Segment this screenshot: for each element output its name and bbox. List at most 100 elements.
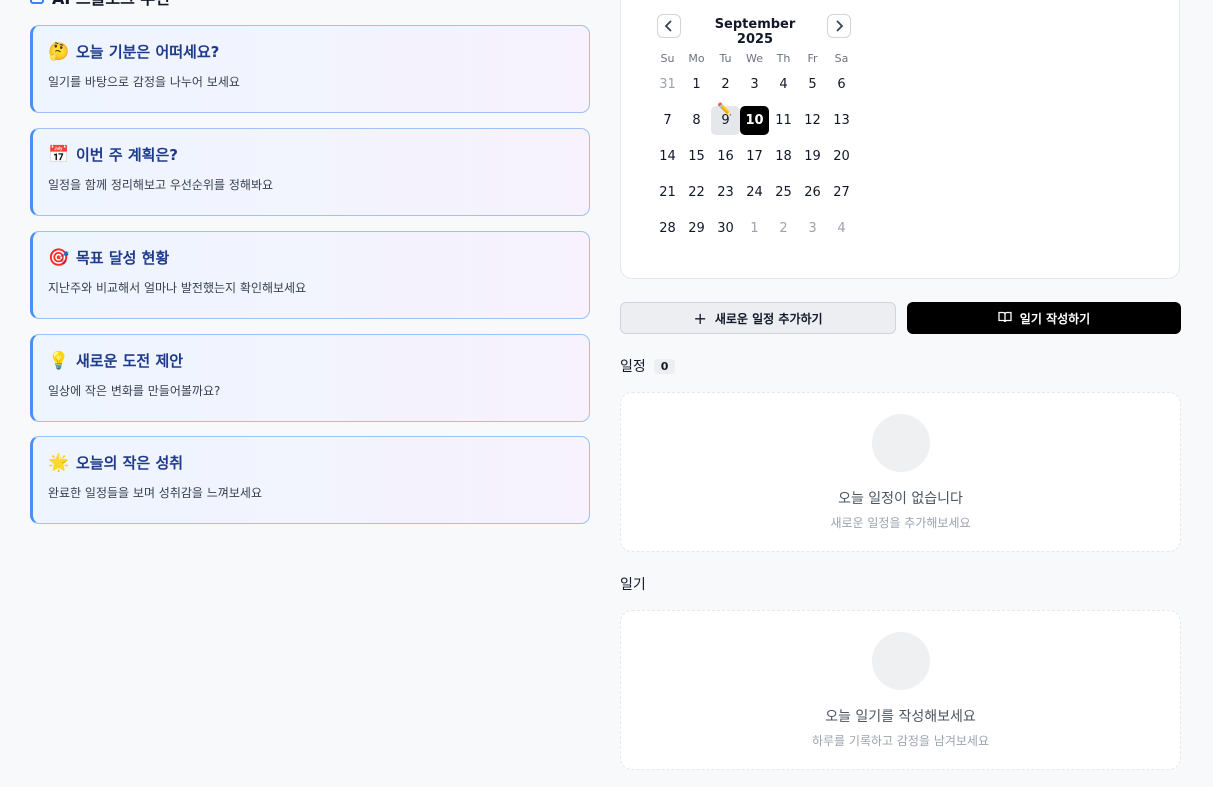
diary-heading-label: 일기 [620,577,646,593]
calendar-day-number: 11 [775,113,792,128]
calendar-day-number: 14 [659,149,676,164]
calendar-day[interactable]: 8 [682,106,711,135]
calendar-day[interactable]: 13 [827,106,856,135]
calendar-day[interactable]: 27 [827,178,856,207]
calendar-day-number: 20 [833,149,850,164]
calendar-day[interactable]: 25 [769,178,798,207]
recommendation-title: 🎯 목표 달성 현황 [48,247,169,268]
diary-heading: 일기 [620,574,646,594]
calendar-day-number: 15 [688,149,705,164]
recommendation-description: 일상에 작은 변화를 만들어볼까요? [48,384,221,398]
calendar-day[interactable]: 7 [653,106,682,135]
chevron-right-icon[interactable] [827,14,851,38]
schedule-heading-label: 일정 [620,359,646,375]
calendar-day-number: 8 [692,113,701,128]
calendar-day[interactable]: 17 [740,142,769,171]
calendar-day-number: 1 [750,221,759,236]
write-diary-label: 일기 작성하기 [1019,311,1091,326]
diary-empty-subtitle: 하루를 기록하고 감정을 남겨보세요 [811,734,990,748]
calendar-day[interactable]: 3 [798,214,827,243]
schedule-count-badge: 0 [653,358,676,374]
schedule-heading: 일정 0 [620,356,676,376]
recommendation-card[interactable]: 🤔 오늘 기분은 어떠세요? 일기를 바탕으로 감정을 나누어 보세요 [30,25,590,113]
weekday-label: Mo [688,51,705,65]
diary-empty-state: 오늘 일기를 작성해보세요 하루를 기록하고 감정을 남겨보세요 [620,610,1181,770]
recommendation-emoji-icon: 🎯 [48,247,70,268]
diary-empty-title: 오늘 일기를 작성해보세요 [825,709,976,725]
recommendation-card[interactable]: 🎯 목표 달성 현황지난주와 비교해서 얼마나 발전했는지 확인해보세요 [30,231,590,319]
weekday-label: Tu [719,51,732,65]
calendar-day-number: 24 [746,185,763,200]
recommendation-description: 일기를 바탕으로 감정을 나누어 보세요 [48,75,240,89]
plus-icon: + [693,308,707,328]
calendar-day[interactable]: 15 [682,142,711,171]
calendar-day[interactable]: 18 [769,142,798,171]
calendar-day-number: 18 [775,149,792,164]
calendar-day[interactable]: 20 [827,142,856,171]
recommendation-title: 📅 이번 주 계획은? [48,144,178,165]
calendar-day[interactable]: 4 [827,214,856,243]
recommendation-card[interactable]: 🌟 오늘의 작은 성취완료한 일정들을 보며 성취감을 느껴보세요 [30,436,590,524]
weekday-label: We [746,51,763,65]
weekday-label: Fr [807,51,818,65]
recommendation-title: 🌟 오늘의 작은 성취 [48,452,183,473]
calendar-day[interactable]: 2 [711,70,740,99]
calendar-day[interactable]: 16 [711,142,740,171]
calendar-day[interactable]: 23 [711,178,740,207]
write-diary-button[interactable]: 일기 작성하기 [907,302,1181,334]
calendar-day-number: 17 [746,149,763,164]
calendar-day-number: 5 [808,77,817,92]
book-icon [998,311,1012,326]
calendar-day[interactable]: 2 [769,214,798,243]
calendar-day-number: 2 [779,221,788,236]
section-title: AI 스몰토크 추천 [52,0,170,9]
calendar-day[interactable]: 5 [798,70,827,99]
calendar-day[interactable]: 21 [653,178,682,207]
calendar-day[interactable]: 12 [798,106,827,135]
calendar-day[interactable]: 3 [740,70,769,99]
robot-icon [30,0,44,4]
calendar-day[interactable]: 24 [740,178,769,207]
calendar-day[interactable]: 4 [769,70,798,99]
weekday-label: Su [660,51,675,65]
calendar-day-number: 19 [804,149,821,164]
calendar-day-number: 27 [833,185,850,200]
calendar-day[interactable]: 1 [740,214,769,243]
recommendation-emoji-icon: 💡 [48,350,70,371]
calendar-day-number: 13 [833,113,850,128]
calendar-day[interactable]: 30 [711,214,740,243]
recommendation-emoji-icon: 📅 [48,144,70,165]
calendar-day-number: 4 [779,77,788,92]
recommendation-description: 완료한 일정들을 보며 성취감을 느껴보세요 [48,486,262,500]
schedule-empty-subtitle: 새로운 일정을 추가해보세요 [830,516,971,530]
calendar-day-selected[interactable]: 9 ✏️ [711,102,740,135]
recommendation-title: 💡 새로운 도전 제안 [48,350,183,371]
recommendation-title-text: 목표 달성 현황 [76,249,170,267]
recommendation-title: 🤔 오늘 기분은 어떠세요? [48,41,219,62]
calendar-day[interactable]: 14 [653,142,682,171]
schedule-empty-state: 오늘 일정이 없습니다 새로운 일정을 추가해보세요 [620,392,1181,552]
recommendation-description: 지난주와 비교해서 얼마나 발전했는지 확인해보세요 [48,281,307,295]
calendar-day-today[interactable]: 10 [740,106,769,135]
add-schedule-button[interactable]: + 새로운 일정 추가하기 [620,302,896,334]
chevron-left-icon[interactable] [657,14,681,38]
recommendation-card[interactable]: 💡 새로운 도전 제안일상에 작은 변화를 만들어볼까요? [30,334,590,422]
pencil-icon: ✏️ [717,102,732,116]
calendar-day[interactable]: 31 [653,70,682,99]
recommendation-emoji-icon: 🌟 [48,452,70,473]
calendar-day[interactable]: 19 [798,142,827,171]
recommendation-title-text: 오늘 기분은 어떠세요? [76,43,220,61]
calendar-day[interactable]: 22 [682,178,711,207]
recommendation-emoji-icon: 🤔 [48,41,70,62]
calendar-day[interactable]: 6 [827,70,856,99]
calendar-day[interactable]: 29 [682,214,711,243]
calendar-day[interactable]: 26 [798,178,827,207]
calendar-day-number: 1 [692,77,701,92]
calendar-day[interactable]: 11 [769,106,798,135]
calendar-day-number: 3 [750,77,759,92]
calendar-day-number: 10 [745,113,764,128]
diary-placeholder-icon [872,632,930,690]
calendar-day[interactable]: 1 [682,70,711,99]
calendar-day[interactable]: 28 [653,214,682,243]
recommendation-card[interactable]: 📅 이번 주 계획은? 일정을 함께 정리해보고 우선순위를 정해봐요 [30,128,590,216]
